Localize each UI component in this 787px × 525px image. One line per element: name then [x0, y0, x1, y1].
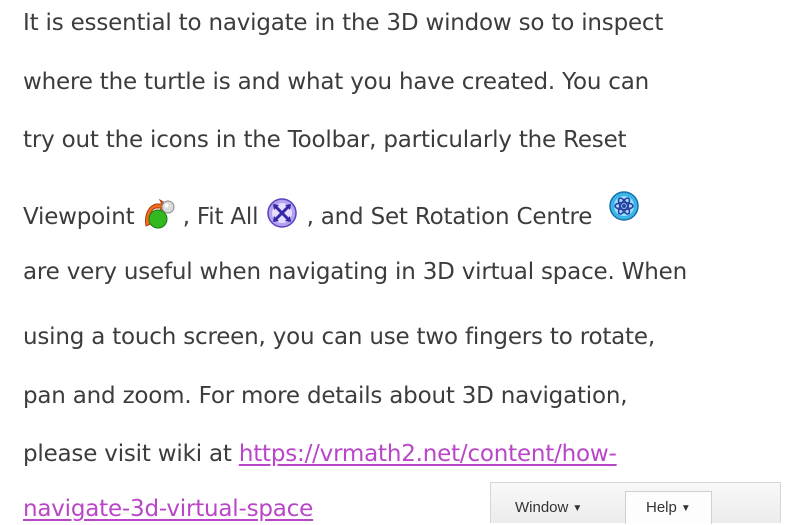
paragraph-line: using a touch screen, you can use two fi…: [23, 324, 655, 350]
wiki-link[interactable]: https://vrmath2.net/content/how-: [239, 441, 617, 467]
fit-all-icon: [265, 198, 299, 230]
paragraph-line: are very useful when navigating in 3D vi…: [23, 259, 687, 285]
paragraph-line: please visit wiki at https://vrmath2.net…: [23, 441, 617, 467]
chevron-down-icon: ▼: [680, 503, 691, 514]
paragraph-line: where the turtle is and what you have cr…: [23, 69, 650, 95]
paragraph-text: please visit wiki at: [23, 441, 239, 467]
paragraph-text: Viewpoint: [23, 204, 135, 230]
paragraph-line: try out the icons in the Toolbar, partic…: [23, 127, 627, 153]
set-rotation-centre-icon: [607, 190, 641, 222]
chevron-down-icon: ▼: [572, 503, 583, 514]
paragraph-line-with-icons: Viewpoint , Fit All , and Set Rotation C…: [23, 190, 641, 230]
paragraph-line: It is essential to navigate in the 3D wi…: [23, 10, 664, 36]
paragraph-text: , and Set Rotation Centre: [306, 204, 593, 230]
paragraph-line: navigate-3d-virtual-space: [23, 496, 313, 522]
reset-viewpoint-icon: [142, 198, 176, 230]
help-menu-label: Help: [646, 499, 677, 516]
window-menu-label: Window: [515, 499, 569, 516]
menubar-divider: [780, 483, 781, 523]
window-menu[interactable]: Window ▼: [505, 493, 592, 523]
toolbar-menubar: Window ▼ Help ▼: [490, 482, 781, 524]
wiki-link-continued[interactable]: navigate-3d-virtual-space: [23, 496, 313, 522]
paragraph-text: , Fit All: [182, 204, 259, 230]
help-menu[interactable]: Help ▼: [625, 491, 712, 524]
paragraph-line: pan and zoom. For more details about 3D …: [23, 383, 628, 409]
